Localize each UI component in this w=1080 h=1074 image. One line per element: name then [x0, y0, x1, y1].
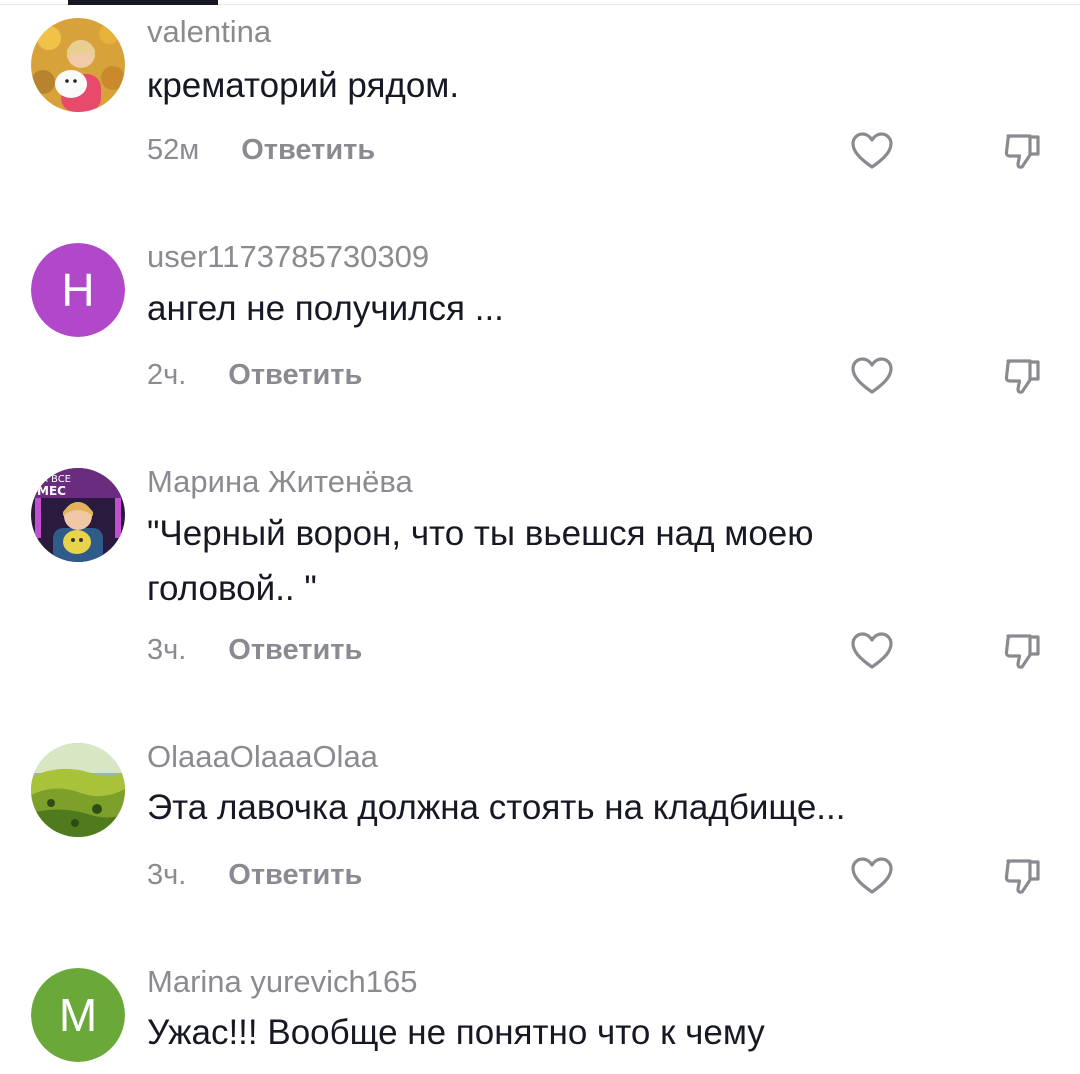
like-button[interactable]: [849, 628, 895, 674]
username[interactable]: Марина Житенёва: [147, 464, 413, 500]
dislike-button[interactable]: [1000, 853, 1046, 899]
comment-text: "Черный ворон, что ты вьешся над моею го…: [147, 514, 814, 608]
comment-time: 2ч.: [147, 359, 187, 391]
svg-text:MEC: MEC: [37, 484, 66, 498]
comment-meta: 3ч. Ответить: [147, 855, 362, 895]
comment-text: крематорий рядом.: [147, 66, 460, 105]
avatar[interactable]: [31, 743, 125, 837]
like-button[interactable]: [849, 853, 895, 899]
thumbs-down-outline-icon: [1004, 634, 1040, 669]
thumbs-down-outline-icon: [1004, 134, 1040, 169]
dislike-button[interactable]: [1000, 128, 1046, 174]
avatar-letter: M: [31, 968, 125, 1062]
comment-time: 3ч.: [147, 634, 187, 666]
tab-indicator: [68, 0, 218, 5]
avatar-photo: [31, 18, 125, 112]
comment-meta: 52м Ответить: [147, 130, 375, 170]
reply-button[interactable]: Ответить: [228, 355, 362, 395]
avatar[interactable]: [31, 18, 125, 112]
heart-outline-icon: [851, 132, 893, 169]
reply-button[interactable]: Ответить: [241, 130, 375, 170]
comment-text: Эта лавочка должна стоять на кладбище...: [147, 788, 846, 827]
comment-text: ангел не получился ...: [147, 289, 504, 328]
comment-text: Ужас!!! Вообще не понятно что к чему: [147, 1013, 765, 1052]
reply-button[interactable]: Ответить: [228, 630, 362, 670]
comments-panel: valentina крематорий рядом. 52м Ответить…: [0, 0, 1080, 1074]
avatar-photo: [31, 743, 125, 837]
heart-outline-icon: [851, 857, 893, 894]
avatar[interactable]: H: [31, 243, 125, 337]
avatar-letter: H: [31, 243, 125, 337]
avatar[interactable]: A BCE MEC: [31, 468, 125, 562]
comment-time: 3ч.: [147, 859, 187, 891]
username[interactable]: valentina: [147, 14, 271, 50]
heart-outline-icon: [851, 632, 893, 669]
dislike-button[interactable]: [1000, 628, 1046, 674]
avatar[interactable]: M: [31, 968, 125, 1062]
thumbs-down-outline-icon: [1004, 359, 1040, 394]
comment-time: 52м: [147, 134, 200, 166]
comment-meta: 3ч. Ответить: [147, 630, 362, 670]
like-button[interactable]: [849, 353, 895, 399]
reply-button[interactable]: Ответить: [228, 855, 362, 895]
thumbs-down-outline-icon: [1004, 859, 1040, 894]
username[interactable]: user1173785730309: [147, 239, 429, 275]
dislike-button[interactable]: [1000, 353, 1046, 399]
username[interactable]: OlaaaOlaaaOlaa: [147, 739, 378, 775]
heart-outline-icon: [851, 357, 893, 394]
like-button[interactable]: [849, 128, 895, 174]
avatar-photo: A BCE MEC: [31, 468, 125, 562]
username[interactable]: Marina yurevich165: [147, 964, 418, 1000]
comment-meta: 2ч. Ответить: [147, 355, 362, 395]
